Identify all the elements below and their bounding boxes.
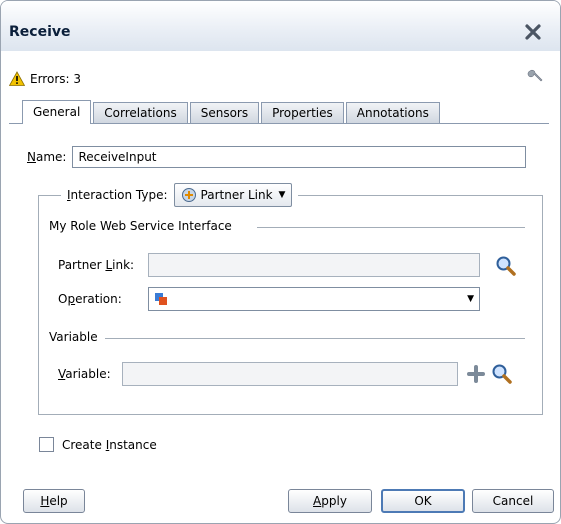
operation-icon — [155, 293, 167, 305]
create-instance-checkbox[interactable] — [39, 437, 54, 452]
variable-field[interactable] — [122, 362, 458, 386]
partner-link-label-pre: Partner — [58, 258, 106, 272]
operation-label-mnemonic: p — [67, 292, 76, 306]
name-row: Name: ReceiveInput — [27, 146, 527, 168]
interaction-type-dropdown[interactable]: Partner Link ▼ — [173, 183, 293, 207]
chevron-down-icon: ▼ — [278, 190, 286, 200]
errors-label: Errors: 3 — [30, 72, 81, 86]
tab-sensors[interactable]: Sensors — [189, 102, 260, 124]
partner-link-label: Partner Link: — [58, 258, 148, 272]
variable-row: Variable: — [58, 362, 458, 386]
name-label-mnemonic: N — [27, 150, 36, 164]
errors-indicator[interactable]: Errors: 3 — [9, 70, 81, 88]
dialog-title: Receive — [9, 24, 71, 40]
apply-rest: pply — [321, 494, 347, 508]
variable-section-divider — [105, 338, 525, 339]
interaction-type-label: Interaction Type: — [67, 188, 168, 202]
help-button[interactable]: Help — [23, 489, 85, 513]
ok-button[interactable]: OK — [381, 489, 465, 513]
variable-section-label: Variable — [49, 330, 98, 344]
partner-link-search-icon[interactable] — [495, 255, 517, 277]
name-label-rest: ame: — [35, 150, 67, 164]
operation-row: Operation: ▼ — [58, 287, 480, 311]
partner-link-label-post: ink: — [112, 258, 135, 272]
operation-label-post: eration: — [75, 292, 122, 306]
operation-chevron-down-icon: ▼ — [467, 294, 474, 304]
add-variable-icon[interactable] — [467, 365, 485, 383]
apply-button[interactable]: Apply — [288, 489, 372, 513]
role-section-header: My Role Web Service Interface — [49, 219, 232, 233]
title-bar: Receive — [1, 1, 560, 51]
wrench-icon[interactable] — [527, 67, 545, 85]
partner-link-icon — [181, 188, 196, 202]
name-label: Name: — [27, 150, 66, 164]
operation-select[interactable]: ▼ — [148, 287, 480, 311]
help-rest: elp — [49, 494, 68, 508]
interaction-type-legend: Interaction Type: Partner Link ▼ — [61, 183, 299, 207]
receive-dialog: Receive Errors: 3 General Correlations S… — [0, 0, 561, 524]
help-mnemonic: H — [40, 494, 50, 508]
name-field[interactable]: ReceiveInput — [72, 146, 527, 168]
create-instance-label-post: nstance — [109, 437, 157, 452]
variable-label-rest: ariable: — [65, 367, 111, 381]
create-instance-row[interactable]: Create Instance — [39, 437, 157, 452]
partner-link-row: Partner Link: — [58, 253, 480, 277]
tab-strip: General Correlations Sensors Properties … — [22, 100, 442, 124]
variable-label: Variable: — [58, 367, 122, 381]
cancel-button[interactable]: Cancel — [472, 489, 554, 513]
close-icon[interactable] — [524, 23, 542, 41]
interaction-label-rest: nteraction Type: — [70, 188, 168, 202]
operation-label: Operation: — [58, 292, 148, 306]
tab-general[interactable]: General — [22, 100, 92, 124]
tab-properties[interactable]: Properties — [261, 102, 344, 124]
role-section-divider — [257, 227, 525, 228]
partner-link-field[interactable] — [148, 253, 480, 277]
interaction-type-value: Partner Link — [200, 188, 273, 202]
variable-section-header: Variable — [49, 330, 98, 344]
warning-icon — [9, 71, 25, 86]
create-instance-label: Create Instance — [62, 438, 157, 452]
tab-annotations[interactable]: Annotations — [345, 102, 440, 124]
create-instance-label-pre: Create — [62, 437, 106, 452]
tab-correlations[interactable]: Correlations — [93, 102, 188, 124]
role-section-label: My Role Web Service Interface — [49, 219, 232, 233]
variable-search-icon[interactable] — [491, 363, 513, 385]
